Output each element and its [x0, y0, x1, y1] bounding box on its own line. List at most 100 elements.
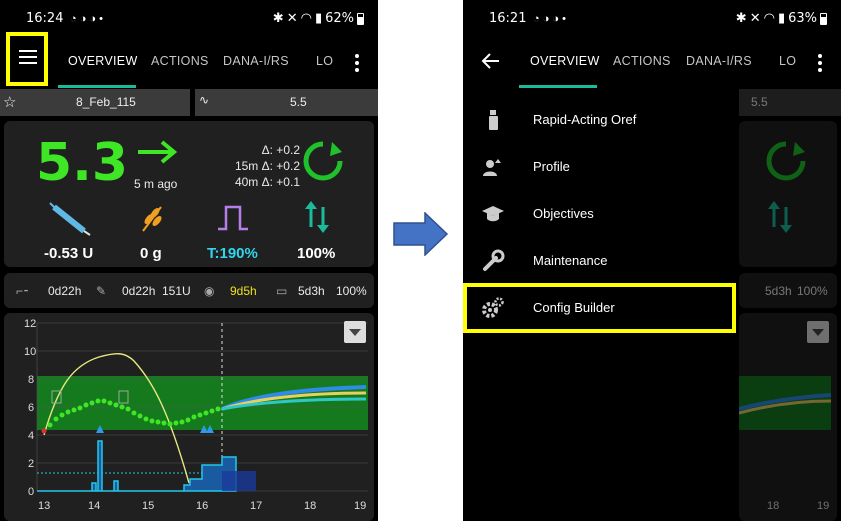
- bluetooth-icon: ✱: [272, 11, 284, 26]
- loop-status-icon: [766, 141, 806, 181]
- back-arrow-icon[interactable]: [481, 52, 501, 70]
- graduation-cap-icon: [482, 206, 504, 222]
- bg-value: 5.3: [36, 133, 129, 193]
- pump-battery-age: 5d3h: [298, 284, 325, 298]
- y-tick: 0: [28, 486, 34, 498]
- y-tick: 2: [28, 458, 34, 470]
- x-tick: 13: [38, 500, 50, 512]
- status-right: ✱ ✕ ◠ ▮ 62%: [273, 11, 364, 26]
- battery-percent: 63%: [788, 11, 817, 26]
- pump-battery-percent: 100%: [797, 284, 828, 298]
- profile-name: 8_Feb_115: [76, 95, 136, 109]
- pump-status-row: 5d3h 100%: [739, 273, 837, 308]
- y-tick: 6: [28, 402, 34, 414]
- app-bar: OVERVIEW ACTIONS DANA-I/RS LO: [0, 38, 378, 88]
- sensitivity-arrows-icon: [768, 201, 792, 233]
- pump-battery-age: 5d3h: [765, 284, 792, 298]
- y-tick: 4: [28, 430, 34, 442]
- tab-dana[interactable]: DANA-I/RS: [686, 54, 752, 68]
- delta-1: Δ: +0.2: [261, 143, 300, 157]
- insulin-pen-icon: ✎: [96, 284, 107, 298]
- reservoir-level: 151U: [162, 284, 191, 298]
- loop-status-icon[interactable]: [302, 140, 344, 182]
- overflow-menu-icon[interactable]: [818, 54, 822, 75]
- carbs-wheat-icon: [142, 206, 162, 232]
- wrench-icon: [483, 249, 505, 271]
- drawer-item-label: Rapid-Acting Oref: [533, 112, 637, 127]
- insulin-age: 0d22h: [122, 284, 156, 298]
- status-time: 16:24: [26, 11, 64, 26]
- autosens-value[interactable]: 100%: [297, 245, 335, 262]
- status-right: ✱ ✕ ◠ ▮ 63%: [736, 11, 827, 26]
- signal-icon: ▮: [777, 11, 786, 26]
- x-tick: 16: [196, 500, 208, 512]
- delta-15m: 15m Δ: +0.2: [234, 159, 300, 173]
- config-builder-highlight: [463, 283, 736, 333]
- wifi-icon: ◠: [763, 11, 775, 26]
- target-value: 5.5: [751, 95, 768, 109]
- status-bar: 16:21 ◔ ◑ ◑ • ✱ ✕ ◠ ▮ 63%: [463, 8, 841, 30]
- insulin-bars: [37, 440, 237, 492]
- drawer-item-label: Profile: [533, 159, 570, 174]
- syringe-icon: [49, 202, 91, 236]
- battery-icon: [357, 12, 364, 25]
- sensor-age: 9d5h: [230, 284, 257, 298]
- drawer-item-objectives[interactable]: Objectives: [463, 192, 738, 238]
- target-value: 5.5: [290, 95, 307, 109]
- mute-icon: ✕: [286, 11, 298, 26]
- profile-icon: [483, 159, 501, 176]
- signal-icon: ▮: [314, 11, 323, 26]
- sensor-icon: ◉: [204, 284, 215, 298]
- overflow-menu-icon[interactable]: [355, 54, 359, 75]
- wifi-icon: ◠: [300, 11, 312, 26]
- x-tick: 15: [142, 500, 154, 512]
- x-tick: 14: [88, 500, 100, 512]
- app-bar: OVERVIEW ACTIONS DANA-I/RS LO: [463, 38, 841, 88]
- low-bg-dot: [41, 428, 47, 434]
- tab-actions[interactable]: ACTIONS: [151, 54, 209, 68]
- iob-value[interactable]: -0.53 U: [44, 245, 93, 262]
- cob-value[interactable]: 0 g: [140, 245, 162, 262]
- y-tick: 12: [24, 318, 36, 330]
- bg-graph-card[interactable]: 12 10 8 6 4 2 0 13 14 15 16 17 18 19: [4, 313, 374, 521]
- arrow-right-icon: [138, 140, 178, 164]
- sensitivity-arrows-icon: [305, 201, 329, 233]
- drawer-item-label: Objectives: [533, 206, 594, 221]
- x-tick: 17: [250, 500, 262, 512]
- tab-lo[interactable]: LO: [316, 54, 333, 68]
- tab-underline: [58, 85, 136, 88]
- bg-graph: 18 19: [738, 321, 832, 512]
- profile-chip[interactable]: ☆ 8_Feb_115: [0, 89, 190, 116]
- target-chip[interactable]: ∿ 5.5: [195, 89, 378, 116]
- drawer-item-maintenance[interactable]: Maintenance: [463, 239, 738, 285]
- tab-dana[interactable]: DANA-I/RS: [223, 54, 289, 68]
- x-axis: 13 14 15 16 17 18 19: [38, 500, 366, 512]
- cannula-icon: ⌐⁃: [16, 284, 30, 298]
- x-tick: 18: [767, 500, 779, 512]
- tab-overview[interactable]: OVERVIEW: [530, 54, 600, 68]
- tab-lo[interactable]: LO: [779, 54, 796, 68]
- x-tick: 18: [304, 500, 316, 512]
- target-wave-icon: ∿: [199, 93, 210, 107]
- tab-overview[interactable]: OVERVIEW: [68, 54, 138, 68]
- bg-summary-card: [739, 121, 837, 267]
- drawer-item-rapid-acting-oref[interactable]: Rapid-Acting Oref: [463, 98, 738, 144]
- tab-actions[interactable]: ACTIONS: [613, 54, 671, 68]
- star-icon: ☆: [3, 94, 17, 111]
- bluetooth-icon: ✱: [735, 11, 747, 26]
- hamburger-menu-button[interactable]: [6, 32, 48, 86]
- status-notification-icons: ◔ ◑ ◑ •: [533, 13, 566, 25]
- battery-icon: [820, 12, 827, 25]
- bg-age: 5 m ago: [134, 177, 178, 191]
- pump-status-row: ⌐⁃ 0d22h ✎ 0d22h 151U ◉ 9d5h ▭ 5d3h 100%: [4, 273, 374, 308]
- drawer-item-profile[interactable]: Profile: [463, 145, 738, 191]
- x-tick: 19: [817, 500, 829, 512]
- y-tick: 10: [24, 346, 36, 358]
- cannula-age: 0d22h: [48, 284, 82, 298]
- delta-40m: 40m Δ: +0.1: [234, 175, 300, 189]
- bg-graph[interactable]: 12 10 8 6 4 2 0 13 14 15 16 17 18 19: [4, 313, 374, 521]
- bg-summary-card: 5.3 5 m ago Δ: +0.2 15m Δ: +0.2 40m Δ: +…: [4, 121, 374, 267]
- hamburger-icon: [19, 50, 37, 68]
- temp-basal-value[interactable]: T:190%: [207, 245, 258, 262]
- pump-battery-percent: 100%: [336, 284, 367, 298]
